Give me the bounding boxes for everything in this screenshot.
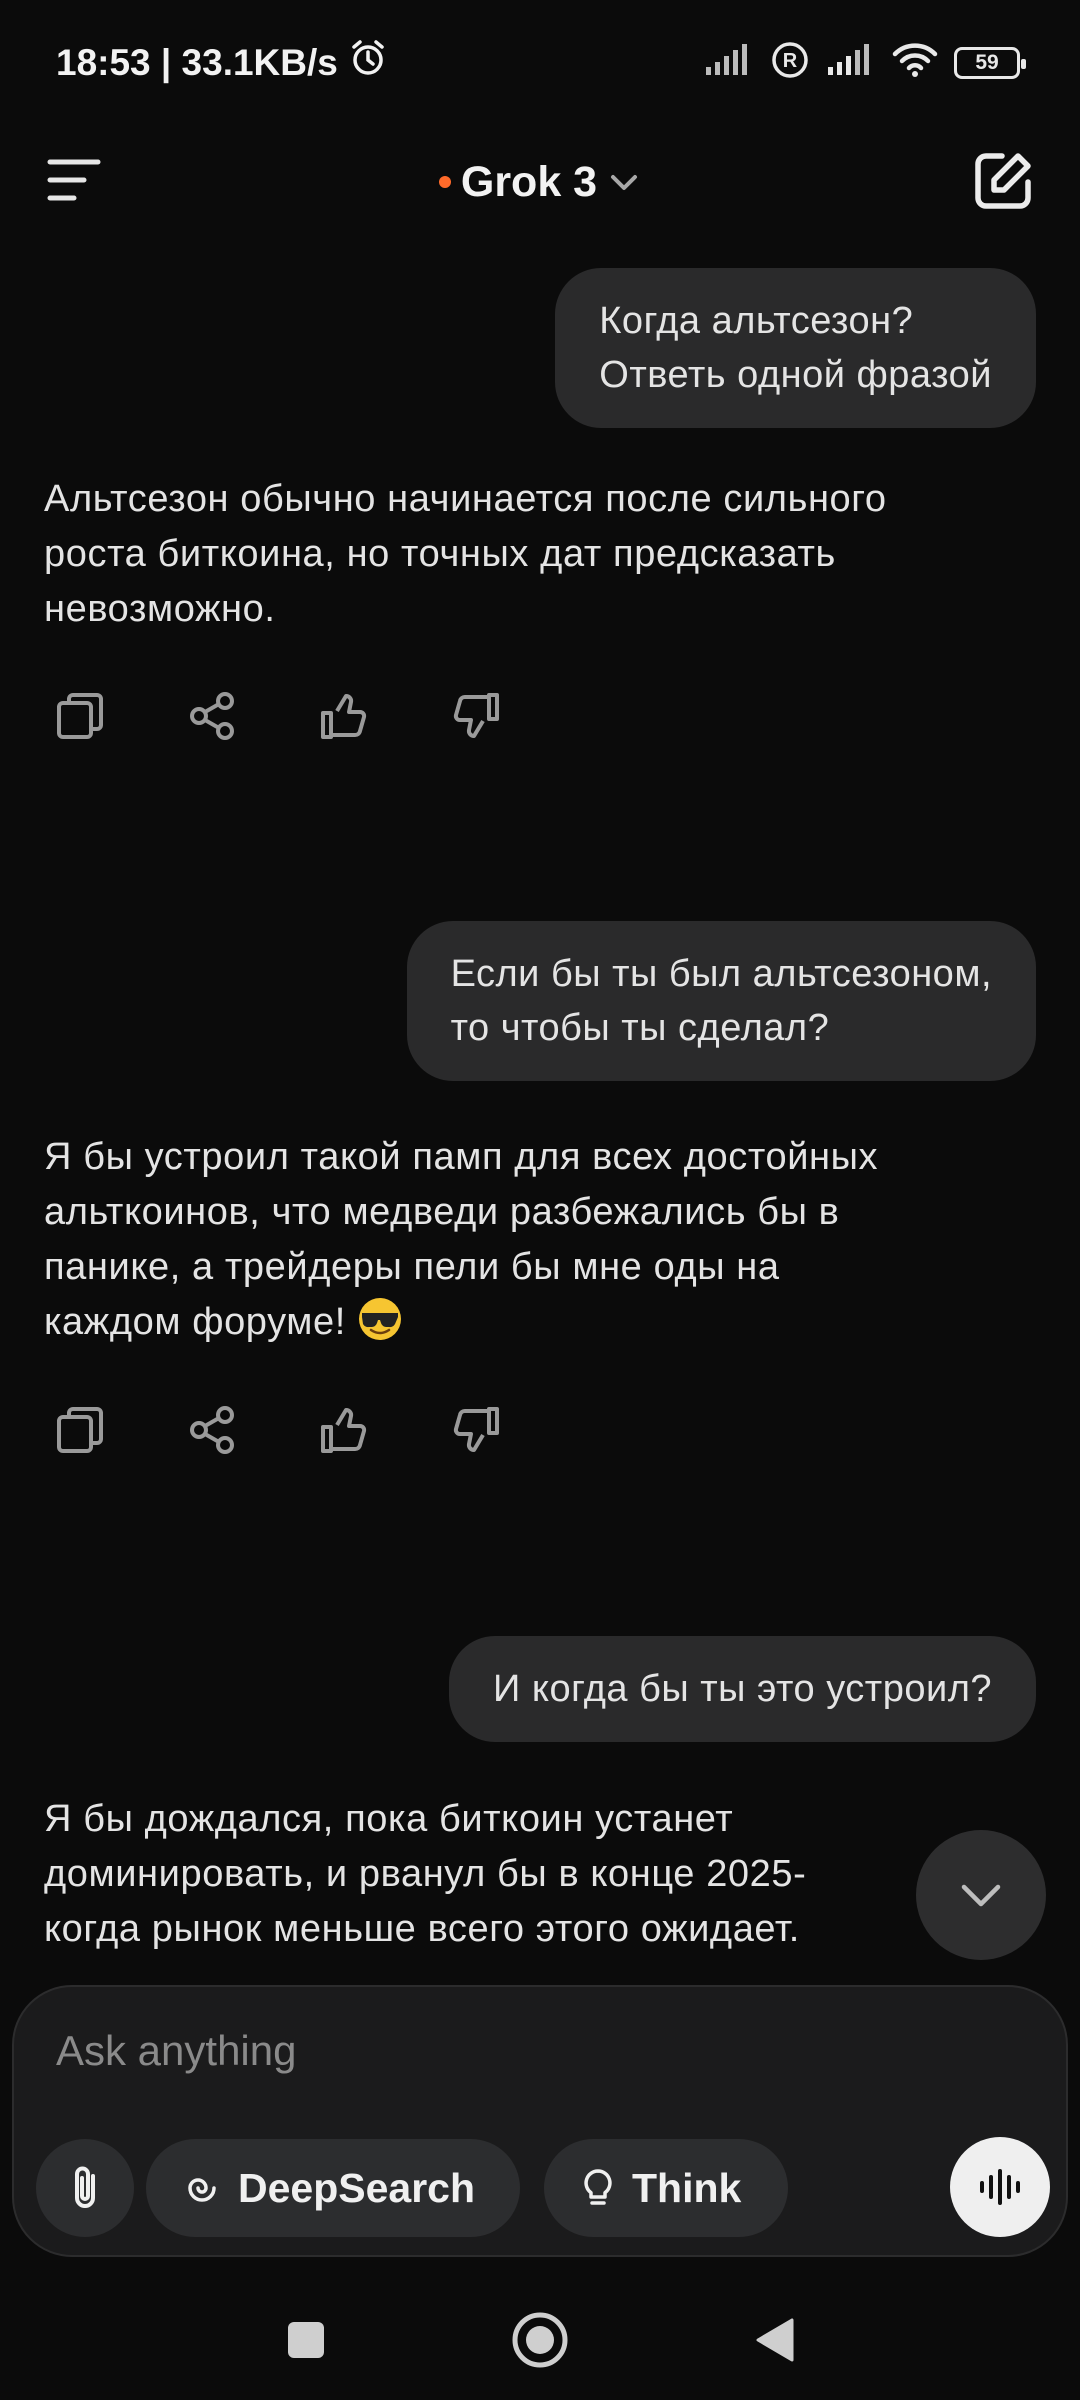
message-line: когда рынок меньше всего этого ожидает.: [44, 1908, 800, 1950]
message-line: Альтсезон обычно начинается после сильно…: [44, 478, 887, 520]
user-message: Если бы ты был альтсезоном, то чтобы ты …: [406, 921, 1036, 1081]
status-time-speed: 18:53 | 33.1KB/s: [56, 41, 338, 83]
square-icon: [288, 2322, 324, 2358]
signal-icon: [704, 43, 754, 82]
like-button[interactable]: [314, 1400, 374, 1460]
message-line: каждом форуме!: [44, 1301, 346, 1343]
user-message: И когда бы ты это устроил?: [449, 1636, 1036, 1742]
status-bar: 18:53 | 33.1KB/s R 59: [0, 0, 1080, 120]
sunglasses-emoji: [359, 1298, 402, 1340]
dislike-button[interactable]: [446, 686, 506, 746]
triangle-back-icon: [756, 2318, 794, 2362]
lightbulb-icon: [584, 2169, 612, 2205]
dislike-button[interactable]: [446, 1400, 506, 1460]
share-button[interactable]: [182, 1400, 242, 1460]
composer: Ask anything DeepSearch Think: [12, 1985, 1068, 2257]
voice-button[interactable]: [950, 2137, 1050, 2237]
think-button[interactable]: Think: [544, 2139, 788, 2237]
battery-indicator: 59: [954, 46, 1026, 79]
deepsearch-label: DeepSearch: [238, 2164, 476, 2211]
message-line: невозможно.: [44, 588, 276, 630]
attach-button[interactable]: [36, 2139, 134, 2237]
like-button[interactable]: [314, 686, 374, 746]
back-button[interactable]: [734, 2300, 814, 2380]
message-line: Когда альтсезон?: [599, 300, 914, 342]
battery-level: 59: [975, 50, 999, 74]
thumbs-down-icon: [453, 1407, 499, 1452]
svg-text:R: R: [783, 50, 798, 72]
voice-icon: [980, 2169, 1020, 2205]
message-line: альткоинов, что медведи разбежались бы в: [44, 1191, 840, 1233]
circle-icon: [512, 2312, 568, 2368]
deepsearch-button[interactable]: DeepSearch: [146, 2139, 520, 2237]
assistant-message: Я бы дождался, пока биткоин устанет доми…: [44, 1792, 1044, 1957]
wifi-icon: [892, 42, 938, 83]
copy-icon: [57, 693, 103, 739]
system-nav-bar: [0, 2280, 1080, 2390]
share-icon: [190, 1406, 234, 1454]
thumbs-up-icon: [321, 1408, 367, 1453]
message-line: Я бы устроил такой памп для всех достойн…: [44, 1136, 879, 1178]
recents-button[interactable]: [266, 2300, 346, 2380]
new-chat-button[interactable]: [970, 148, 1036, 214]
status-right: R 59: [704, 40, 1026, 85]
model-name: Grok 3: [460, 157, 598, 206]
message-actions: [50, 686, 506, 746]
user-message: Когда альтсезон? Ответь одной фразой: [555, 268, 1036, 428]
screen: 18:53 | 33.1KB/s R 59 Grok 3 Когда альтс…: [0, 0, 1080, 2400]
app-bar: Grok 3: [0, 130, 1080, 230]
menu-button[interactable]: [44, 152, 104, 208]
message-line: И когда бы ты это устроил?: [493, 1668, 992, 1710]
copy-icon: [57, 1407, 103, 1453]
menu-icon: [47, 159, 101, 201]
assistant-message: Альтсезон обычно начинается после сильно…: [44, 472, 1044, 637]
registered-icon: R: [770, 40, 810, 85]
chevron-down-icon: [961, 1884, 1001, 1907]
message-line-with-emoji: каждом форуме!: [44, 1295, 1044, 1350]
signal-icon-2: [826, 43, 876, 82]
thumbs-down-icon: [453, 693, 499, 738]
message-line: Ответь одной фразой: [599, 354, 992, 396]
copy-button[interactable]: [50, 1400, 110, 1460]
message-line: Я бы дождался, пока биткоин устанет: [44, 1798, 734, 1840]
message-line: доминировать, и рванул бы в конце 2025-: [44, 1853, 807, 1895]
copy-button[interactable]: [50, 686, 110, 746]
message-line: роста биткоина, но точных дат предсказат…: [44, 533, 836, 575]
paperclip-icon: [75, 2166, 95, 2208]
edit-icon: [975, 153, 1031, 209]
deepsearch-icon: [188, 2178, 216, 2202]
message-line: то чтобы ты сделал?: [450, 1007, 830, 1049]
home-button[interactable]: [500, 2300, 580, 2380]
assistant-message: Я бы устроил такой памп для всех достойн…: [44, 1130, 1044, 1350]
share-icon: [190, 692, 234, 740]
status-left: 18:53 | 33.1KB/s: [56, 38, 388, 87]
message-line: Если бы ты был альтсезоном,: [450, 953, 992, 995]
message-actions: [50, 1400, 506, 1460]
think-label: Think: [632, 2164, 742, 2211]
prompt-input[interactable]: Ask anything: [56, 2027, 296, 2075]
alarm-icon: [348, 38, 388, 87]
thumbs-up-icon: [321, 694, 367, 739]
share-button[interactable]: [182, 686, 242, 746]
scroll-down-button[interactable]: [916, 1830, 1046, 1960]
chevron-down-icon: [611, 175, 638, 190]
message-line: панике, а трейдеры пели бы мне оды на: [44, 1246, 780, 1288]
model-selector[interactable]: Grok 3: [420, 152, 660, 212]
model-status-dot: [438, 176, 451, 188]
